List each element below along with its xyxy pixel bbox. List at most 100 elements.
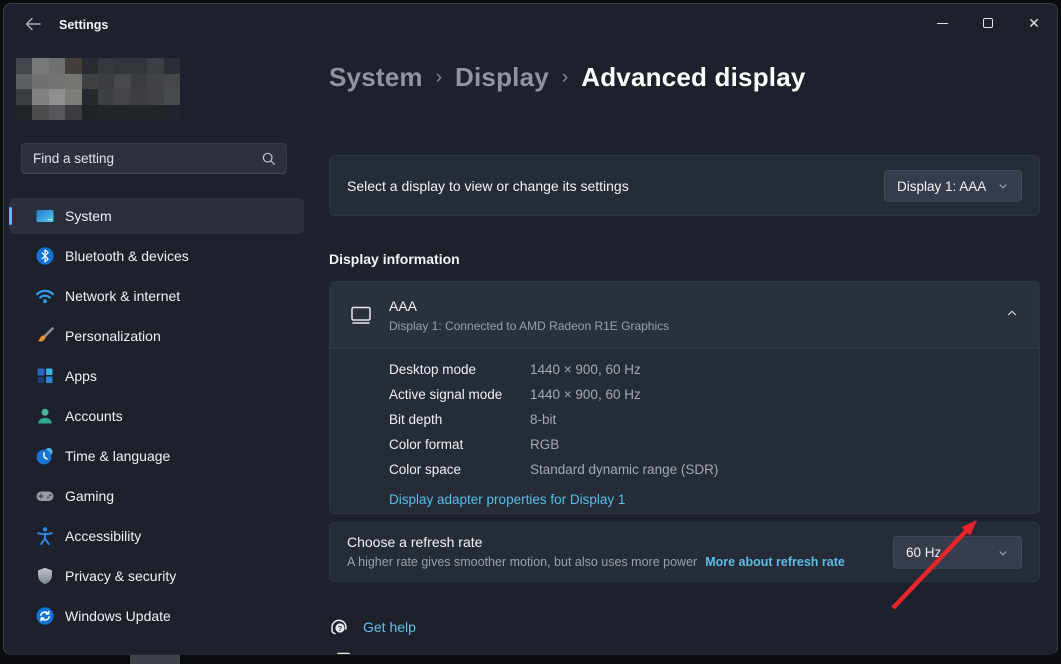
avatar-mosaic-cell — [16, 105, 32, 121]
sidebar-item-label: Personalization — [65, 328, 161, 344]
breadcrumb-separator: › — [436, 65, 442, 89]
sidebar-item-accounts[interactable]: Accounts — [9, 398, 304, 434]
avatar-mosaic-cell — [164, 74, 180, 90]
accounts-person-icon — [35, 406, 55, 426]
more-about-refresh-rate-link[interactable]: More about refresh rate — [705, 555, 845, 569]
sidebar-item-time-language[interactable]: Time & language — [9, 438, 304, 474]
maximize-icon — [983, 18, 993, 28]
avatar-mosaic-cell — [147, 89, 163, 105]
svg-text:?: ? — [338, 624, 343, 633]
avatar-mosaic-cell — [98, 89, 114, 105]
avatar-mosaic-cell — [32, 89, 48, 105]
refresh-rate-dropdown[interactable]: 60 Hz — [893, 536, 1022, 569]
avatar-mosaic-cell — [147, 58, 163, 74]
search-input[interactable] — [33, 144, 253, 173]
close-button[interactable]: ✕ — [1011, 4, 1057, 42]
avatar-mosaic-cell — [147, 105, 163, 121]
display-information-header[interactable]: AAA Display 1: Connected to AMD Radeon R… — [330, 282, 1039, 349]
chevron-up-icon[interactable] — [1005, 306, 1019, 325]
breadcrumb: System › Display › Advanced display — [329, 59, 806, 95]
display-adapter-properties-link[interactable]: Display adapter properties for Display 1 — [389, 492, 625, 507]
refresh-rate-description: A higher rate gives smoother motion, but… — [347, 555, 845, 569]
titlebar: Settings ✕ — [4, 4, 1057, 44]
avatar-mosaic-cell — [82, 74, 98, 90]
help-headset-icon: ? — [329, 617, 351, 637]
search-icon[interactable] — [261, 151, 276, 171]
search-box[interactable] — [21, 143, 287, 174]
sidebar-item-label: Windows Update — [65, 608, 171, 624]
avatar-mosaic-cell — [65, 105, 81, 121]
display-device-subtitle: Display 1: Connected to AMD Radeon R1E G… — [389, 319, 669, 333]
sidebar-item-accessibility[interactable]: Accessibility — [9, 518, 304, 554]
sidebar-item-label: Apps — [65, 368, 97, 384]
avatar-mosaic-cell — [49, 74, 65, 90]
avatar-mosaic-cell — [131, 58, 147, 74]
avatar-mosaic-cell — [164, 58, 180, 74]
bluetooth-icon — [35, 246, 55, 266]
display-information-heading: Display information — [329, 251, 460, 267]
avatar-mosaic-cell — [65, 89, 81, 105]
sidebar-item-gaming[interactable]: Gaming — [9, 478, 304, 514]
display-select-dropdown[interactable]: Display 1: AAA — [884, 170, 1022, 202]
info-label: Color format — [389, 437, 463, 452]
chevron-down-icon — [997, 180, 1009, 192]
info-value: 1440 × 900, 60 Hz — [530, 387, 641, 402]
sidebar-item-windows-update[interactable]: Windows Update — [9, 598, 304, 634]
maximize-button[interactable] — [965, 4, 1011, 42]
refresh-rate-card: Choose a refresh rate A higher rate give… — [329, 522, 1040, 582]
sidebar-item-bluetooth-devices[interactable]: Bluetooth & devices — [9, 238, 304, 274]
user-avatar-redacted[interactable] — [16, 58, 180, 120]
sidebar-item-label: Accounts — [65, 408, 123, 424]
breadcrumb-system[interactable]: System — [329, 62, 423, 93]
game-controller-icon — [35, 486, 55, 506]
minimize-button[interactable] — [919, 4, 965, 42]
app-title: Settings — [59, 18, 108, 32]
sidebar-item-privacy-security[interactable]: Privacy & security — [9, 558, 304, 594]
breadcrumb-display[interactable]: Display — [455, 62, 549, 93]
avatar-mosaic-cell — [16, 89, 32, 105]
window-controls: ✕ — [919, 4, 1057, 42]
info-value: 1440 × 900, 60 Hz — [530, 362, 641, 377]
avatar-mosaic-cell — [164, 105, 180, 121]
sidebar-item-label: Accessibility — [65, 528, 141, 544]
close-icon: ✕ — [1028, 16, 1040, 30]
sidebar-item-system[interactable]: System — [9, 198, 304, 234]
sidebar-item-apps[interactable]: Apps — [9, 358, 304, 394]
update-refresh-icon — [35, 606, 55, 626]
avatar-mosaic-cell — [82, 89, 98, 105]
avatar-mosaic-cell — [82, 105, 98, 121]
shield-icon — [35, 566, 55, 586]
breadcrumb-separator: › — [562, 65, 568, 89]
refresh-rate-title: Choose a refresh rate — [347, 534, 482, 550]
sidebar-item-personalization[interactable]: Personalization — [9, 318, 304, 354]
feedback-icon — [329, 650, 351, 655]
selected-accent-pill — [9, 207, 12, 225]
avatar-mosaic-cell — [131, 89, 147, 105]
avatar-mosaic-cell — [147, 74, 163, 90]
select-display-card: Select a display to view or change its s… — [329, 155, 1040, 216]
give-feedback-link[interactable]: Give feedback — [329, 650, 453, 655]
taskbar-fragment — [130, 655, 180, 664]
avatar-mosaic-cell — [16, 58, 32, 74]
info-row-bit-depth: Bit depth 8-bit — [330, 408, 1039, 433]
give-feedback-label: Give feedback — [363, 652, 453, 655]
system-icon — [35, 206, 55, 226]
settings-window: Settings ✕ System — [3, 3, 1058, 655]
refresh-rate-value: 60 Hz — [906, 545, 941, 560]
back-button[interactable] — [14, 8, 52, 40]
info-value: Standard dynamic range (SDR) — [530, 462, 718, 477]
avatar-mosaic-cell — [82, 58, 98, 74]
get-help-link[interactable]: ? Get help — [329, 617, 416, 637]
avatar-mosaic-cell — [131, 74, 147, 90]
avatar-mosaic-cell — [49, 105, 65, 121]
back-arrow-icon — [25, 17, 41, 31]
display-select-value: Display 1: AAA — [897, 179, 986, 194]
minimize-icon — [937, 23, 948, 24]
avatar-mosaic-cell — [32, 74, 48, 90]
avatar-mosaic-cell — [114, 105, 130, 121]
avatar-mosaic-cell — [114, 74, 130, 90]
sidebar-item-network-internet[interactable]: Network & internet — [9, 278, 304, 314]
avatar-mosaic-cell — [16, 74, 32, 90]
avatar-mosaic-cell — [98, 105, 114, 121]
sidebar-item-label: Privacy & security — [65, 568, 176, 584]
